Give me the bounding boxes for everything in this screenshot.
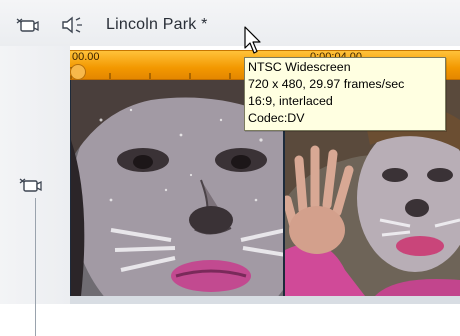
video-track-icon[interactable]	[14, 14, 40, 36]
track-header-bar: Lincoln Park *	[0, 0, 460, 46]
timecode-start: 00.00	[72, 51, 100, 63]
tooltip-codec: Codec:DV	[248, 111, 305, 125]
mouse-pointer-icon	[244, 26, 261, 54]
track-bottom-edge	[70, 296, 460, 304]
audio-speaker-icon[interactable]	[60, 14, 86, 36]
tooltip-aspect: 16:9, interlaced	[248, 94, 333, 108]
clip-info-tooltip: NTSC Widescreen 720 x 480, 29.97 frames/…	[244, 57, 446, 131]
track-divider-line	[35, 198, 36, 336]
project-title: Lincoln Park *	[106, 16, 208, 33]
track-video-icon[interactable]	[18, 174, 44, 196]
tooltip-format: NTSC Widescreen	[248, 60, 351, 74]
playhead-handle[interactable]	[70, 64, 86, 80]
tooltip-resolution: 720 x 480, 29.97 frames/sec	[248, 77, 405, 91]
track-header-panel	[0, 46, 70, 336]
